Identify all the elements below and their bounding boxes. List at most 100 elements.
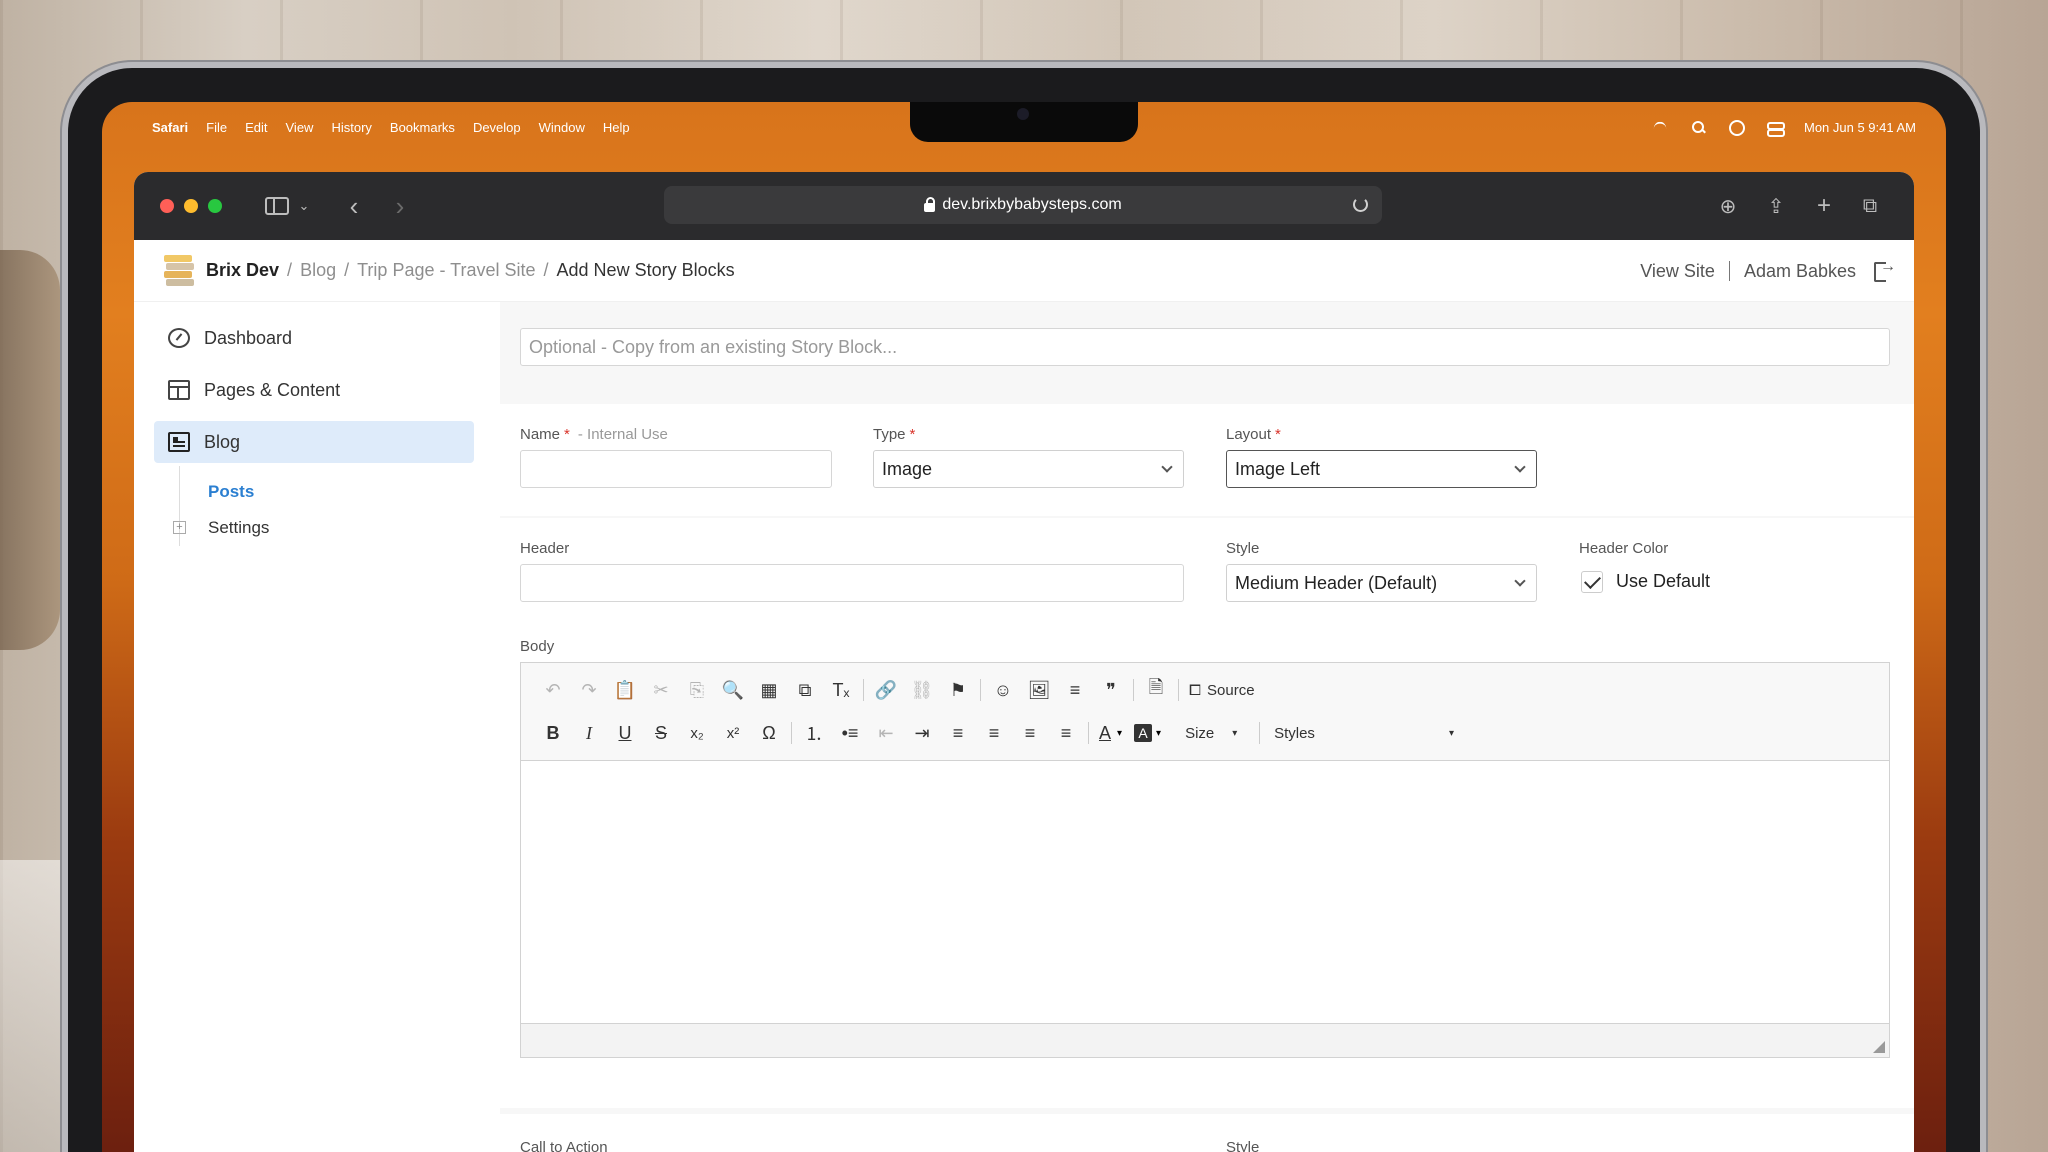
styles-combo[interactable]: Styles ▾ bbox=[1274, 718, 1474, 748]
background-color-caret-icon[interactable]: ▾ bbox=[1156, 728, 1161, 739]
find-icon[interactable]: 🔍 bbox=[715, 675, 751, 705]
styles-label: Styles bbox=[1274, 724, 1315, 742]
lock-icon bbox=[924, 196, 936, 212]
menubar-clock[interactable]: Mon Jun 5 9:41 AM bbox=[1804, 120, 1916, 135]
subscript-icon[interactable]: x₂ bbox=[679, 718, 715, 748]
sidebar-item-blog[interactable]: Blog bbox=[154, 421, 474, 463]
align-center-icon[interactable]: ≡ bbox=[976, 718, 1012, 748]
window-controls bbox=[160, 199, 222, 213]
cut-icon[interactable]: ✂ bbox=[643, 675, 679, 705]
sidebar-toggle-button[interactable] bbox=[262, 172, 292, 240]
numbered-list-icon[interactable]: ⒈ bbox=[796, 718, 832, 748]
special-character-icon[interactable]: Ω bbox=[751, 718, 787, 748]
view-site-link[interactable]: View Site bbox=[1640, 261, 1715, 282]
menu-app[interactable]: Safari bbox=[152, 120, 188, 135]
brix-logo[interactable] bbox=[164, 253, 194, 289]
background-color-icon[interactable]: A bbox=[1134, 724, 1153, 742]
zoom-window-button[interactable] bbox=[208, 199, 222, 213]
tab-overview-icon[interactable]: ⧉ bbox=[1856, 172, 1884, 240]
menu-edit[interactable]: Edit bbox=[245, 120, 267, 135]
insert-image-icon[interactable]: 🖼 bbox=[1021, 675, 1057, 705]
text-color-icon[interactable]: A bbox=[1093, 718, 1117, 748]
caret-down-icon: ▾ bbox=[1449, 727, 1455, 739]
menu-history[interactable]: History bbox=[331, 120, 371, 135]
use-default-checkbox[interactable] bbox=[1581, 571, 1603, 593]
share-icon[interactable]: ⇪ bbox=[1762, 172, 1790, 240]
copy-from-placeholder: Optional - Copy from an existing Story B… bbox=[529, 336, 898, 357]
forward-icon[interactable]: › bbox=[390, 172, 410, 240]
font-size-combo[interactable]: Size ▾ bbox=[1185, 718, 1255, 748]
menu-file[interactable]: File bbox=[206, 120, 227, 135]
unlink-icon[interactable]: ⛓ bbox=[904, 675, 940, 705]
breadcrumb-site[interactable]: Brix Dev bbox=[206, 260, 279, 281]
redo-icon[interactable]: ↷ bbox=[571, 675, 607, 705]
header-input[interactable] bbox=[520, 564, 1184, 602]
sidebar-sub-settings[interactable]: Settings bbox=[208, 518, 269, 538]
anchor-flag-icon[interactable]: ⚑ bbox=[940, 675, 976, 705]
user-name-link[interactable]: Adam Babkes bbox=[1744, 261, 1856, 282]
address-bar[interactable]: dev.brixbybabysteps.com bbox=[664, 186, 1382, 224]
close-window-button[interactable] bbox=[160, 199, 174, 213]
breadcrumb-trip-page[interactable]: Trip Page - Travel Site bbox=[357, 260, 535, 281]
menu-window[interactable]: Window bbox=[539, 120, 585, 135]
name-input[interactable] bbox=[520, 450, 832, 488]
emoji-icon[interactable]: ☺ bbox=[985, 675, 1021, 705]
header-style-select[interactable]: Medium Header (Default) bbox=[1226, 564, 1537, 602]
paste-icon[interactable]: 📋 bbox=[607, 675, 643, 705]
downloads-icon[interactable]: ⊕ bbox=[1714, 172, 1742, 240]
menu-bookmarks[interactable]: Bookmarks bbox=[390, 120, 455, 135]
menu-view[interactable]: View bbox=[286, 120, 314, 135]
menu-develop[interactable]: Develop bbox=[473, 120, 521, 135]
new-tab-icon[interactable]: + bbox=[1810, 172, 1838, 240]
underline-icon[interactable]: U bbox=[607, 718, 643, 748]
align-right-icon[interactable]: ≡ bbox=[1012, 718, 1048, 748]
templates-icon[interactable]: 🗎 bbox=[1138, 675, 1174, 705]
blockquote-icon[interactable]: ❞ bbox=[1093, 675, 1129, 705]
macos-menubar: Safari File Edit View History Bookmarks … bbox=[102, 102, 1946, 152]
user-switch-icon[interactable] bbox=[1728, 119, 1745, 136]
sidebar-sub-posts[interactable]: Posts bbox=[208, 482, 254, 502]
tab-group-chevron-icon[interactable]: ⌄ bbox=[294, 172, 314, 240]
strikethrough-icon[interactable]: S bbox=[643, 718, 679, 748]
editor-toolbar: ↶ ↷ 📋 ✂ ⎘ 🔍 ▦ ⧉ Tₓ 🔗 ⛓ ⚑ ☺ 🖼 ≡ ❞ 🗎 ⧠ Sou… bbox=[521, 663, 1889, 761]
outdent-icon[interactable]: ⇤ bbox=[868, 718, 904, 748]
replace-icon[interactable]: ⧉ bbox=[787, 675, 823, 705]
bulleted-list-icon[interactable]: •≡ bbox=[832, 718, 868, 748]
resize-handle-icon[interactable] bbox=[1873, 1041, 1885, 1053]
indent-icon[interactable]: ⇥ bbox=[904, 718, 940, 748]
sidebar-item-dashboard[interactable]: Dashboard bbox=[154, 317, 474, 359]
spotlight-icon[interactable] bbox=[1690, 119, 1706, 135]
name-label: Name * - Internal Use bbox=[520, 426, 668, 443]
type-select[interactable]: Image bbox=[873, 450, 1184, 488]
layout-select[interactable]: Image Left bbox=[1226, 450, 1537, 488]
reload-icon[interactable] bbox=[1353, 197, 1368, 212]
expand-settings-icon[interactable]: + bbox=[173, 521, 186, 534]
bold-icon[interactable]: B bbox=[535, 718, 571, 748]
sidebar-icon bbox=[265, 197, 289, 215]
type-label-text: Type bbox=[873, 426, 906, 443]
superscript-icon[interactable]: x² bbox=[715, 718, 751, 748]
italic-icon[interactable]: I bbox=[571, 718, 607, 748]
select-all-icon[interactable]: ▦ bbox=[751, 675, 787, 705]
clear-formatting-icon[interactable]: Tₓ bbox=[823, 675, 859, 705]
control-center-icon[interactable] bbox=[1766, 119, 1785, 137]
copy-icon[interactable]: ⎘ bbox=[679, 675, 715, 705]
align-left-icon[interactable]: ≡ bbox=[940, 718, 976, 748]
minimize-window-button[interactable] bbox=[184, 199, 198, 213]
font-size-label: Size bbox=[1185, 724, 1215, 742]
back-icon[interactable]: ‹ bbox=[344, 172, 364, 240]
copy-from-input[interactable]: Optional - Copy from an existing Story B… bbox=[520, 328, 1890, 366]
use-default-label[interactable]: Use Default bbox=[1616, 571, 1710, 592]
link-icon[interactable]: 🔗 bbox=[868, 675, 904, 705]
undo-icon[interactable]: ↶ bbox=[535, 675, 571, 705]
editor-content-area[interactable] bbox=[521, 761, 1889, 1023]
logout-icon[interactable] bbox=[1874, 258, 1896, 282]
wifi-icon[interactable] bbox=[1652, 119, 1668, 135]
justify-icon[interactable]: ≡ bbox=[1048, 718, 1084, 748]
menu-help[interactable]: Help bbox=[603, 120, 630, 135]
horizontal-rule-icon[interactable]: ≡ bbox=[1057, 675, 1093, 705]
source-button[interactable]: ⧠ Source bbox=[1183, 682, 1261, 699]
text-color-caret-icon[interactable]: ▾ bbox=[1117, 728, 1122, 739]
sidebar-item-pages-content[interactable]: Pages & Content bbox=[154, 369, 474, 411]
breadcrumb-blog[interactable]: Blog bbox=[300, 260, 336, 281]
